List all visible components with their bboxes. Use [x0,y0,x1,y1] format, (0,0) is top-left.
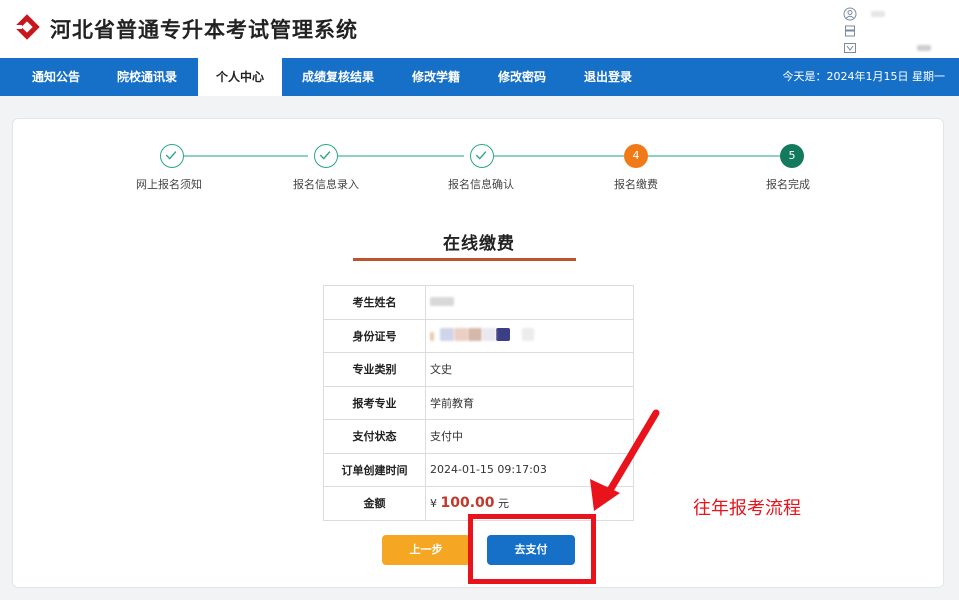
user-links [843,5,953,56]
redacted-name [430,296,454,306]
step-label: 报名信息录入 [293,178,359,191]
step-label: 报名缴费 [614,178,658,191]
header: 河北省普通专升本考试管理系统 [0,0,959,58]
step-connector [648,155,782,157]
id-number-value [425,318,634,353]
red-arrow-icon [590,409,660,511]
redacted-text [871,10,885,17]
user-icon [843,7,857,20]
table-row: 专业类别 文史 [323,352,634,387]
step-1-check-icon [160,144,184,168]
redacted-id [496,327,510,341]
step-4-number: 4 [624,144,648,168]
title-underline [353,258,576,261]
step-connector [494,155,624,157]
site-title: 河北省普通专升本考试管理系统 [50,18,358,42]
annotation-text: 往年报考流程 [693,498,801,519]
user-link-site[interactable] [843,39,953,56]
step-label: 报名信息确认 [448,178,514,191]
table-row: 身份证号 [323,318,634,353]
row-label: 支付状态 [323,419,426,454]
row-label: 金额 [323,486,426,521]
nav-item-score-review[interactable]: 成绩复核结果 [292,58,384,96]
step-2-check-icon [314,144,338,168]
amount-number: 100.00 [440,495,495,512]
nav-item-school-directory[interactable]: 院校通讯录 [104,58,190,96]
nav-item-personal-center[interactable]: 个人中心 [198,58,282,96]
nav-item-notice[interactable]: 通知公告 [18,58,94,96]
redacted-id [468,327,482,341]
row-label: 订单创建时间 [323,452,426,487]
step-5-number: 5 [780,144,804,168]
step-connector [338,155,464,157]
redacted-id [522,327,534,341]
nav-item-edit-enrollment[interactable]: 修改学籍 [398,58,474,96]
currency-symbol: ¥ [430,497,437,511]
row-label: 考生姓名 [323,285,426,320]
main-nav: 通知公告 院校通讯录 个人中心 成绩复核结果 修改学籍 修改密码 退出登录 今天… [0,58,959,96]
redacted-id [430,331,434,341]
logo-icon [14,14,40,40]
step-connector [184,155,308,157]
redacted-text [917,44,931,51]
step-3-check-icon [470,144,494,168]
current-date: 今天是：2024年1月15日 星期一 [782,70,946,83]
web-icon [844,42,856,53]
table-row: 考生姓名 [323,285,634,320]
payment-title: 在线缴费 [443,234,515,254]
redacted-id [482,327,496,341]
row-label: 身份证号 [323,318,426,353]
home-icon [845,25,855,36]
amount-unit: 元 [498,497,510,511]
row-label: 报考专业 [323,385,426,420]
row-value: 文史 [425,352,634,387]
student-name-value [425,285,634,320]
user-link-home[interactable] [843,22,953,39]
previous-step-button[interactable]: 上一步 [382,535,470,565]
step-label: 报名完成 [766,178,810,191]
row-label: 专业类别 [323,352,426,387]
nav-item-logout[interactable]: 退出登录 [570,58,646,96]
redacted-id [440,327,454,341]
user-link-account[interactable] [843,5,953,22]
highlight-box [468,514,596,584]
redacted-id [454,327,468,341]
step-label: 网上报名须知 [136,178,202,191]
nav-item-change-password[interactable]: 修改密码 [484,58,560,96]
